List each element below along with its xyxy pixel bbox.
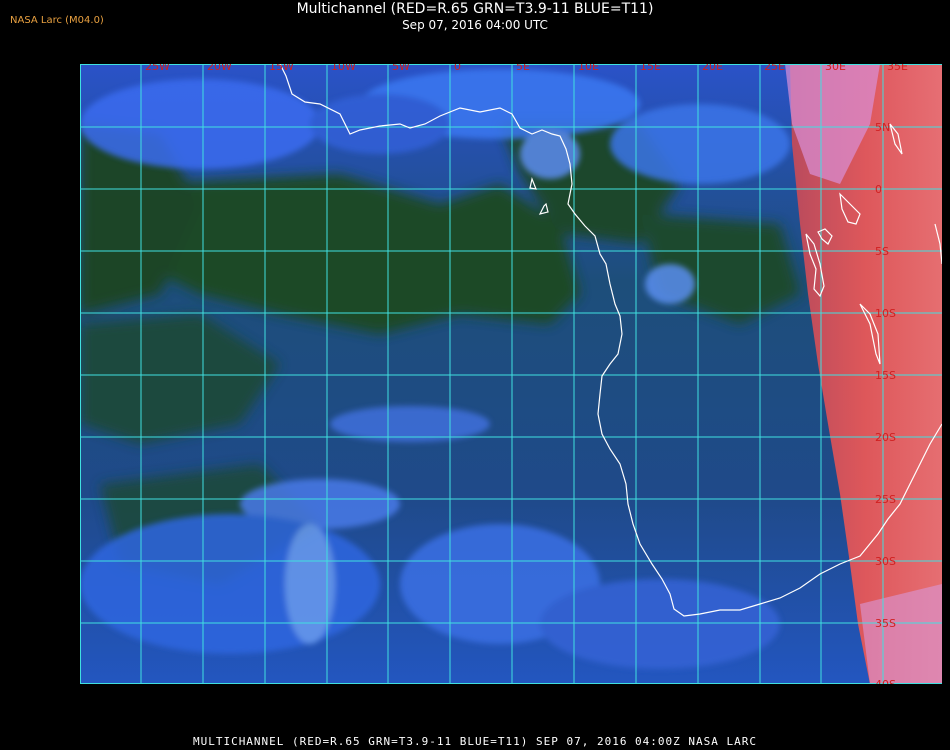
longitude-label: 20W — [207, 64, 232, 73]
latitude-label: 5N — [875, 121, 890, 134]
latitude-label: 30S — [875, 555, 896, 568]
longitude-label: 30E — [825, 64, 846, 73]
image-title: Multichannel (RED=R.65 GRN=T3.9-11 BLUE=… — [296, 1, 654, 17]
image-timestamp: Sep 07, 2016 04:00 UTC — [402, 18, 548, 32]
satellite-map: 25W 20W 15W 10W 5W 0 5E 10E 15E 20E 25E 30E 35E 5N 0 5… — [80, 64, 942, 684]
longitude-label: 25W — [145, 64, 170, 73]
latitude-label: 5S — [875, 245, 889, 258]
longitude-label: 10E — [578, 64, 599, 73]
latitude-label: 25S — [875, 493, 896, 506]
bottom-blank-strip — [80, 684, 942, 728]
latitude-label: 0 — [875, 183, 882, 196]
latitude-label: 15S — [875, 369, 896, 382]
longitude-label: 10W — [331, 64, 356, 73]
longitude-label: 15E — [640, 64, 661, 73]
longitude-label: 20E — [702, 64, 723, 73]
longitude-label: 0 — [454, 64, 461, 73]
longitude-label: 5W — [392, 64, 410, 73]
latitude-label: 10S — [875, 307, 896, 320]
latitude-label: 20S — [875, 431, 896, 444]
footer-caption: MULTICHANNEL (RED=R.65 GRN=T3.9-11 BLUE=… — [192, 735, 758, 748]
longitude-label: 25E — [764, 64, 785, 73]
longitude-label: 15W — [269, 64, 294, 73]
longitude-label: 5E — [516, 64, 530, 73]
latitude-label: 35S — [875, 617, 896, 630]
longitude-label: 35E — [887, 64, 908, 73]
